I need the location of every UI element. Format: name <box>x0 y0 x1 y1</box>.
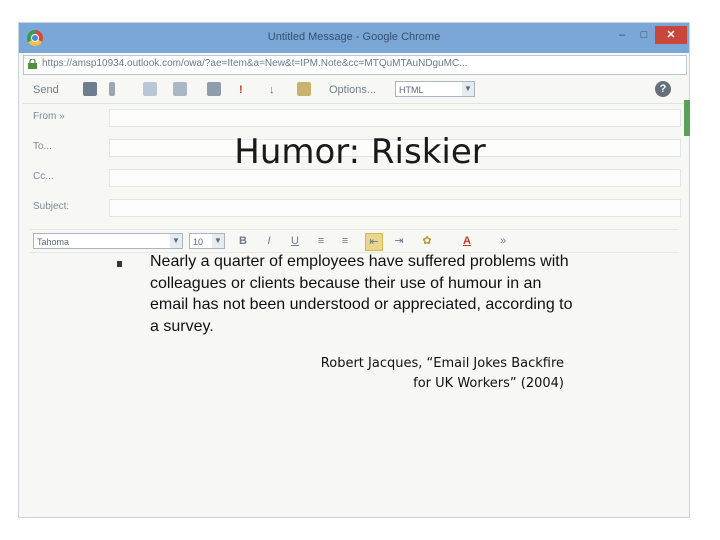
more-options-icon[interactable]: » <box>495 233 511 249</box>
window-title: Untitled Message - Google Chrome <box>267 31 441 43</box>
from-label[interactable]: From » <box>33 111 65 122</box>
underline-button[interactable]: U <box>287 233 303 249</box>
close-button[interactable]: ✕ <box>655 26 687 44</box>
spell-check-icon[interactable] <box>297 82 311 96</box>
message-format-value: HTML <box>399 85 424 95</box>
chevron-down-icon: ▼ <box>170 234 182 248</box>
minimize-button[interactable]: – <box>611 26 633 44</box>
lock-icon <box>28 59 37 69</box>
help-icon[interactable]: ? <box>655 81 671 97</box>
background-window-edge <box>684 100 690 136</box>
check-names-icon[interactable] <box>173 82 187 96</box>
permissions-icon[interactable] <box>207 82 221 96</box>
slide-title: Humor: Riskier <box>234 132 486 172</box>
message-format-select[interactable]: HTML ▼ <box>395 81 475 97</box>
font-value: Tahoma <box>37 237 70 247</box>
window-titlebar: Untitled Message - Google Chrome – □ ✕ <box>19 23 689 53</box>
send-button[interactable]: Send <box>33 81 59 99</box>
chevron-down-icon: ▼ <box>462 82 474 96</box>
low-importance-icon[interactable]: ↓ <box>269 81 275 99</box>
bold-button[interactable]: B <box>235 233 251 249</box>
formatting-toolbar: Tahoma ▼ 10 ▼ B I U ≡ ≡ ⇤ ⇥ ✿ A » <box>29 229 679 253</box>
citation-line-1: Robert Jacques, “Email Jokes Backfire <box>320 356 564 371</box>
increase-indent-icon[interactable]: ⇥ <box>391 233 407 249</box>
address-book-icon[interactable] <box>143 82 157 96</box>
citation-line-2: for UK Workers” (2004) <box>413 376 564 391</box>
bullet-icon <box>117 261 122 267</box>
compose-toolbar: Send ! ↓ Options... HTML ▼ ? <box>23 77 685 104</box>
maximize-button[interactable]: □ <box>633 26 655 44</box>
font-select[interactable]: Tahoma ▼ <box>33 233 183 249</box>
font-color-icon[interactable]: A <box>459 233 475 249</box>
from-field[interactable] <box>109 109 681 127</box>
cc-button[interactable]: Cc... <box>33 171 54 182</box>
address-bar[interactable]: https://amsp10934.outlook.com/owa/?ae=It… <box>23 55 687 75</box>
numbered-list-icon[interactable]: ≡ <box>337 233 353 249</box>
highlight-color-icon[interactable]: ✿ <box>419 233 435 249</box>
options-button[interactable]: Options... <box>329 81 376 99</box>
subject-label: Subject: <box>33 201 70 212</box>
decrease-indent-icon[interactable]: ⇤ <box>365 233 383 251</box>
save-icon[interactable] <box>83 82 97 96</box>
font-size-value: 10 <box>193 237 204 247</box>
url-text: https://amsp10934.outlook.com/owa/?ae=It… <box>42 58 468 69</box>
citation: Robert Jacques, “Email Jokes Backfire fo… <box>290 354 564 394</box>
slide-bullet-text: Nearly a quarter of employees have suffe… <box>150 253 573 335</box>
chevron-down-icon: ▼ <box>212 234 224 248</box>
italic-button[interactable]: I <box>261 233 277 249</box>
subject-field[interactable] <box>109 199 681 217</box>
bullet-list-icon[interactable]: ≡ <box>313 233 329 249</box>
high-importance-icon[interactable]: ! <box>239 81 243 99</box>
font-size-select[interactable]: 10 ▼ <box>189 233 225 249</box>
attach-icon[interactable] <box>109 82 115 96</box>
